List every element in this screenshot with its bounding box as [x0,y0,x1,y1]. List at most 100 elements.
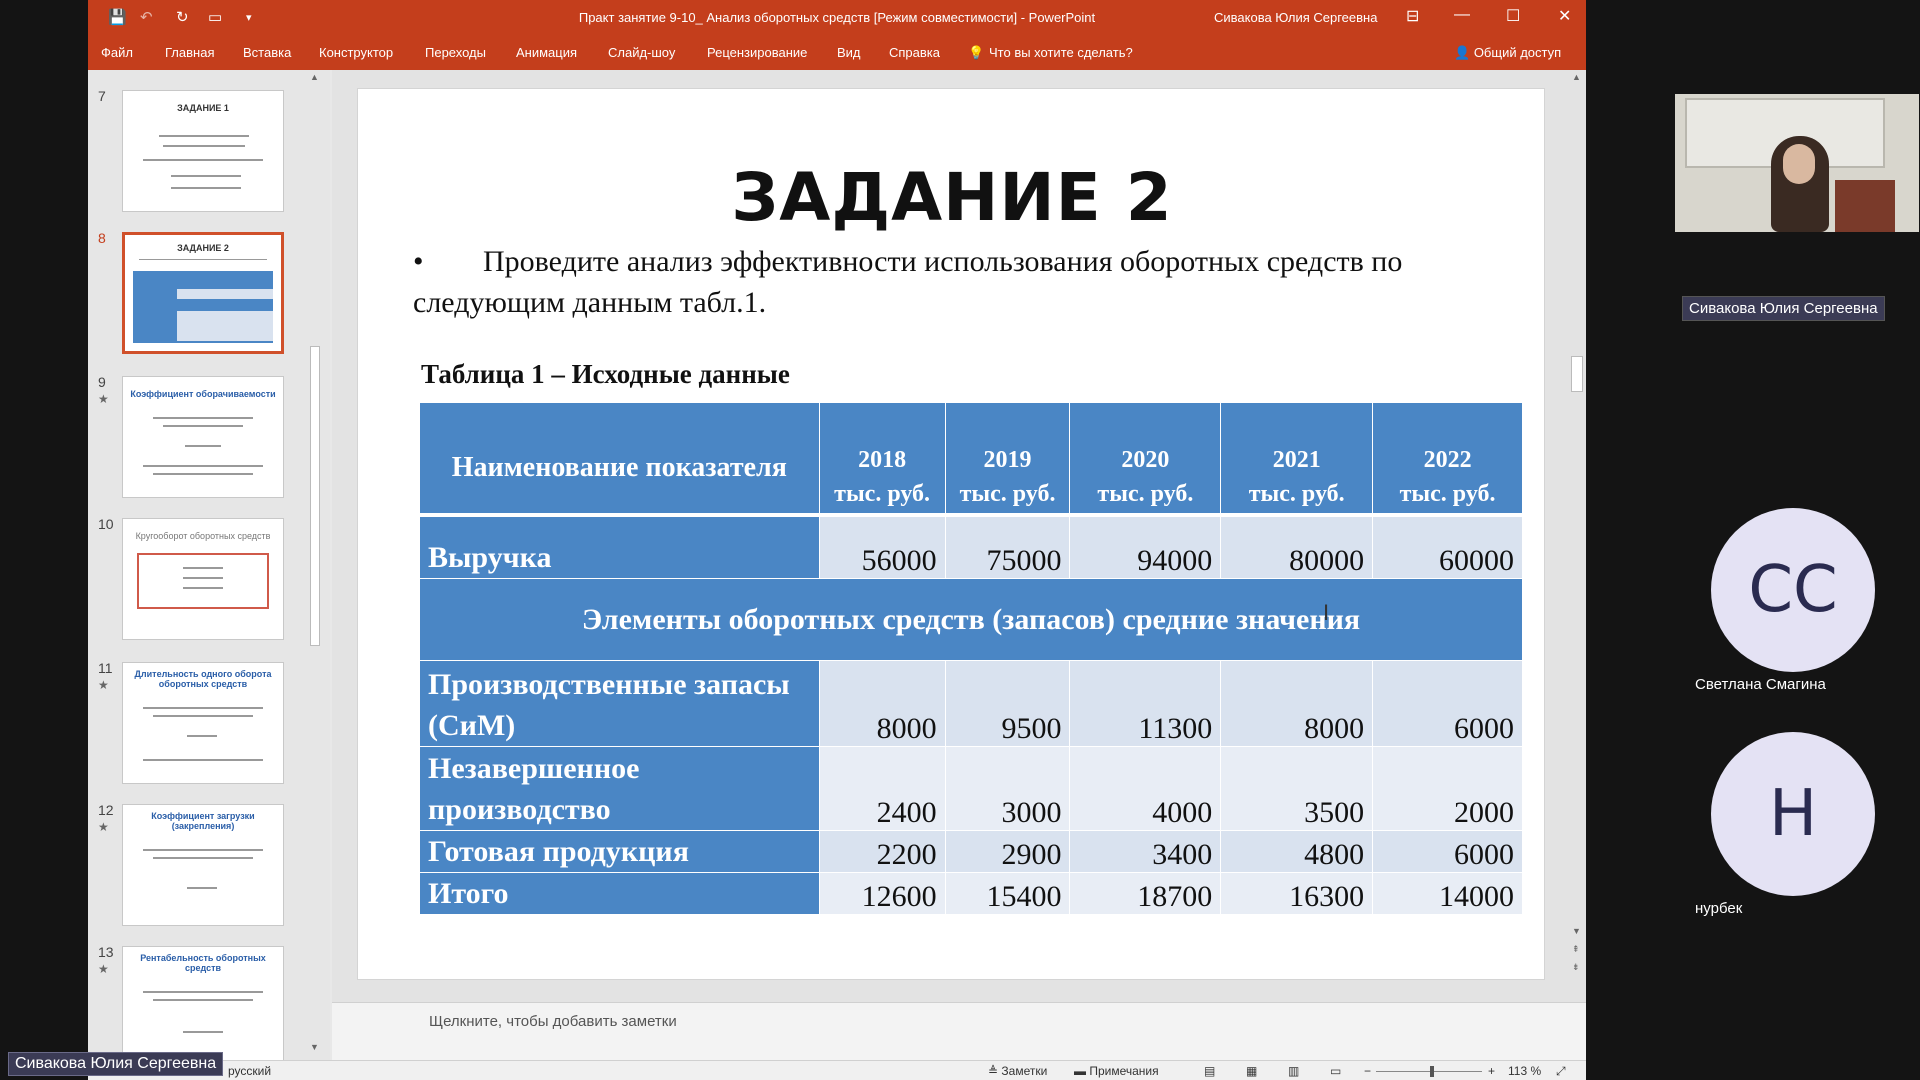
slideshow-view-icon[interactable]: ▭ [1330,1064,1341,1078]
tab-review[interactable]: Рецензирование [707,45,807,60]
slide-scrollbar[interactable]: ▲ ▼ ⇞ ⇟ [1568,70,1586,1002]
scroll-up-arrow-icon[interactable]: ▲ [310,72,319,82]
presenter-video[interactable] [1675,94,1919,232]
table-cell: 9500 [944,660,1071,747]
notes-toggle-button[interactable]: ≜ Заметки [988,1064,1047,1078]
section-heading: Элементы оборотных средств (запасов) сре… [419,578,1523,661]
signed-in-user[interactable]: Сивакова Юлия Сергеевна [1214,10,1377,25]
thumbnail-line [183,577,223,579]
zoom-slider-thumb[interactable] [1430,1066,1434,1077]
zoom-slider[interactable] [1376,1071,1482,1072]
table-cell: 6000 [1372,660,1523,747]
notes-icon: ≜ [988,1064,1002,1078]
data-table[interactable]: Наименование показателя 2018 тыс. руб. 20… [419,402,1523,915]
slide-sorter-icon[interactable]: ▦ [1246,1064,1257,1078]
presenter-name-tag: Сивакова Юлия Сергеевна [1682,296,1885,321]
thumbnail-title: Длительность одного оборота оборотных ср… [134,669,272,689]
thumbnail-slide-11[interactable]: Длительность одного оборота оборотных ср… [122,662,284,784]
thumbnail-table-cells [177,311,273,341]
participant-avatar[interactable]: СС [1711,508,1875,672]
participant-avatar[interactable]: Н [1711,732,1875,896]
previous-slide-icon[interactable]: ⇞ [1572,944,1580,955]
close-button[interactable]: ✕ [1558,6,1571,26]
thumbnail-line [171,187,241,189]
slide-number: 9 [98,374,106,390]
thumbnail-title: Коэффициент оборачиваемости [130,389,276,399]
thumbnail-line [153,857,253,859]
next-slide-icon[interactable]: ⇟ [1572,962,1580,973]
share-button[interactable]: 👤 Общий доступ [1454,45,1561,61]
thumbnail-line [187,735,217,737]
unit-label: тыс. руб. [1248,480,1345,507]
tab-view[interactable]: Вид [837,45,861,60]
thumbnail-line [143,707,263,709]
person-icon: 👤 [1454,45,1474,60]
unit-label: тыс. руб. [1097,480,1194,507]
participant-name: нурбек [1695,900,1743,917]
comments-button[interactable]: ▬ Примечания [1074,1064,1159,1078]
scroll-thumb[interactable] [1571,356,1583,392]
thumbnail-line [163,425,243,427]
thumbnail-line [183,587,223,589]
maximize-button[interactable]: ☐ [1506,6,1520,26]
tab-slideshow[interactable]: Слайд-шоу [608,45,675,60]
thumbnail-slide-13[interactable]: Рентабельность оборотных средств [122,946,284,1068]
thumbnail-line [143,159,263,161]
thumbnail-slide-7[interactable]: ЗАДАНИЕ 1 [122,90,284,212]
thumbnail-scrollbar[interactable]: ▲ ▼ [306,70,324,1062]
ribbon-display-icon[interactable]: ⊟ [1406,6,1419,26]
tab-transitions[interactable]: Переходы [425,45,486,60]
table-caption[interactable]: Таблица 1 – Исходные данные [421,359,790,390]
table-row: Итого 12600 15400 18700 16300 14000 [419,872,1523,915]
tab-insert[interactable]: Вставка [243,45,291,60]
zoom-level[interactable]: 113 % [1508,1064,1541,1078]
tab-animations[interactable]: Анимация [516,45,577,60]
tab-home[interactable]: Главная [165,45,214,60]
zoom-out-icon[interactable]: − [1364,1064,1371,1078]
thumbnail-slide-8[interactable]: ЗАДАНИЕ 2 [122,232,284,354]
scroll-down-arrow-icon[interactable]: ▼ [310,1042,319,1052]
thumbnail-slide-12[interactable]: Коэффициент загрузки (закрепления) [122,804,284,926]
thumbnail-line [171,175,241,177]
normal-view-icon[interactable]: ▤ [1204,1064,1215,1078]
tell-me-search[interactable]: Что вы хотите сделать? [989,45,1133,60]
header-year-2022: 2022 тыс. руб. [1372,402,1523,515]
scroll-thumb[interactable] [310,346,320,646]
language-indicator[interactable]: русский [228,1064,271,1078]
scroll-down-arrow-icon[interactable]: ▼ [1572,926,1581,936]
table-cell: 2000 [1372,746,1523,831]
comment-icon: ▬ [1074,1064,1090,1078]
notes-placeholder[interactable]: Щелкните, чтобы добавить заметки [429,1013,677,1030]
minimize-button[interactable]: — [1454,6,1470,24]
thumbnail-slide-9[interactable]: Коэффициент оборачиваемости [122,376,284,498]
thumbnail-line [183,1031,223,1033]
thumbnail-line [183,567,223,569]
table-cell: 2400 [818,746,946,831]
reading-view-icon[interactable]: ▥ [1288,1064,1299,1078]
table-cell: 12600 [818,872,946,915]
tab-help[interactable]: Справка [889,45,940,60]
zoom-in-icon[interactable]: + [1488,1064,1495,1078]
unit-label: тыс. руб. [834,480,931,507]
screen-share-name-tag: Сивакова Юлия Сергеевна [8,1052,224,1076]
row-label-production-stock: Производственные запасы (СиМ) [419,660,820,747]
slide-canvas[interactable]: ЗАДАНИЕ 2 • Проведите анализ эффективност… [357,88,1545,980]
tab-design[interactable]: Конструктор [319,45,393,60]
slide-bullet[interactable]: • Проведите анализ эффективности использо… [413,241,1493,323]
tab-file[interactable]: Файл [101,45,133,60]
thumbnail-line [185,445,221,447]
thumbnail-line [153,417,253,419]
thumbnail-title: ЗАДАНИЕ 1 [177,103,229,113]
table-cell: 6000 [1372,830,1523,873]
notes-pane[interactable]: Щелкните, чтобы добавить заметки [332,1002,1586,1060]
year-label: 2019 [983,446,1032,473]
slide-number: 8 [98,230,106,246]
table-cell: 14000 [1372,872,1523,915]
table-cell: 4800 [1220,830,1374,873]
header-year-2020: 2020 тыс. руб. [1069,402,1222,515]
scroll-up-arrow-icon[interactable]: ▲ [1572,72,1581,82]
thumbnail-slide-10[interactable]: Кругооборот оборотных средств [122,518,284,640]
fit-to-window-icon[interactable]: ⤢ [1556,1064,1566,1079]
header-indicator-name: Наименование показателя [419,402,820,515]
slide-title[interactable]: ЗАДАНИЕ 2 [358,159,1546,236]
